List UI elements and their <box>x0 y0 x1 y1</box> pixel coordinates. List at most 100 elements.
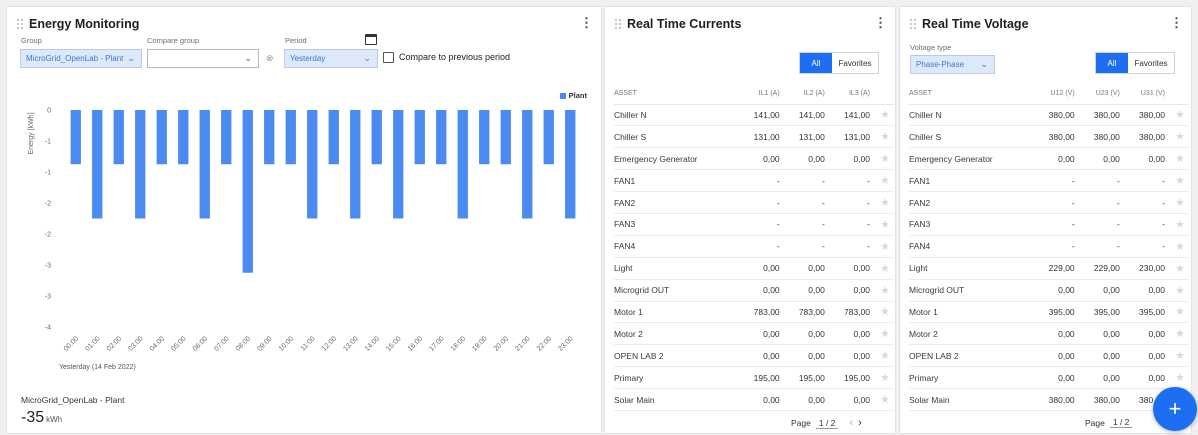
prev-page-icon[interactable]: ‹ <box>849 417 853 429</box>
column-header-asset[interactable]: ASSET <box>909 84 1036 105</box>
table-row[interactable]: FAN2- - - ★ <box>909 191 1189 214</box>
favorite-star-icon[interactable]: ★ <box>876 125 894 149</box>
bar-1300[interactable] <box>350 110 361 219</box>
column-header-1[interactable]: U12 (V) <box>1035 84 1081 105</box>
bar-1800[interactable] <box>457 110 468 219</box>
table-row[interactable]: Motor 2 0,00 0,00 0,00 ★ <box>614 322 894 346</box>
table-row[interactable]: Chiller N 380,00 380,00 380,00 ★ <box>909 104 1189 127</box>
table-row[interactable]: FAN1- - - ★ <box>614 169 894 193</box>
bar-1500[interactable] <box>393 110 404 219</box>
column-header-3[interactable]: IL3 (A) <box>830 84 876 105</box>
table-row[interactable]: OPEN LAB 2 0,00 0,00 0,00 ★ <box>909 344 1189 368</box>
column-header-1[interactable]: IL1 (A) <box>740 84 786 105</box>
favorite-star-icon[interactable]: ★ <box>876 104 894 127</box>
bar-1200[interactable] <box>328 110 339 165</box>
favorite-star-icon[interactable]: ★ <box>1171 257 1189 280</box>
table-row[interactable]: OPEN LAB 2 0,00 0,00 0,00 ★ <box>614 344 894 368</box>
favorite-star-icon[interactable]: ★ <box>1171 366 1189 390</box>
bar-2200[interactable] <box>543 110 554 165</box>
table-row[interactable]: Microgrid OUT 0,00 0,00 0,00 ★ <box>909 279 1189 302</box>
table-row[interactable]: Emergency Generator 0,00 0,00 0,00 ★ <box>614 147 894 171</box>
favorite-star-icon[interactable]: ★ <box>1171 235 1189 258</box>
filter-all-button[interactable]: All <box>1096 53 1128 73</box>
bar-0000[interactable] <box>70 110 81 165</box>
drag-handle-icon[interactable] <box>909 18 917 30</box>
table-row[interactable]: Motor 1 395,00 395,00 395,00 ★ <box>909 301 1189 324</box>
bar-1900[interactable] <box>479 110 490 165</box>
bar-2300[interactable] <box>565 110 576 219</box>
table-row[interactable]: Light 0,00 0,00 0,00 ★ <box>614 257 894 280</box>
favorite-star-icon[interactable]: ★ <box>876 169 894 193</box>
bar-0200[interactable] <box>113 110 124 165</box>
favorite-star-icon[interactable]: ★ <box>1171 147 1189 171</box>
table-row[interactable]: Solar Main380,00380,00380,00★ <box>909 388 1189 411</box>
bar-2100[interactable] <box>522 110 533 219</box>
table-row[interactable]: Light 229,00 229,00 230,00 ★ <box>909 257 1189 280</box>
voltage-type-select[interactable]: Phase-Phase ⌄ <box>910 55 995 74</box>
column-header-3[interactable]: U31 (V) <box>1125 84 1171 105</box>
favorite-star-icon[interactable]: ★ <box>1171 191 1189 214</box>
favorite-star-icon[interactable]: ★ <box>1171 104 1189 127</box>
bar-1100[interactable] <box>307 110 318 219</box>
more-options-icon[interactable]: ⋮ <box>1170 16 1183 29</box>
favorite-star-icon[interactable]: ★ <box>876 235 894 258</box>
bar-1600[interactable] <box>414 110 425 165</box>
table-row[interactable]: FAN3- - - ★ <box>909 213 1189 236</box>
bar-0100[interactable] <box>92 110 103 219</box>
table-row[interactable]: Solar Main 0,00 0,00 0,00 ★ <box>614 388 894 411</box>
page-number[interactable]: 1 / 2 <box>1109 417 1133 428</box>
bar-0500[interactable] <box>178 110 189 165</box>
filter-favorites-button[interactable]: Favorites <box>832 53 878 73</box>
favorite-star-icon[interactable]: ★ <box>876 257 894 280</box>
favorite-star-icon[interactable]: ★ <box>876 191 894 214</box>
favorite-star-icon[interactable]: ★ <box>876 366 894 390</box>
drag-handle-icon[interactable] <box>614 18 622 30</box>
table-row[interactable]: FAN3- - - ★ <box>614 213 894 236</box>
favorite-star-icon[interactable]: ★ <box>876 388 894 411</box>
favorite-star-icon[interactable]: ★ <box>1171 301 1189 324</box>
column-header-2[interactable]: U23 (V) <box>1080 84 1126 105</box>
filter-favorites-button[interactable]: Favorites <box>1128 53 1174 73</box>
favorite-star-icon[interactable]: ★ <box>1171 279 1189 302</box>
favorite-star-icon[interactable]: ★ <box>876 213 894 236</box>
table-row[interactable]: FAN1- - - ★ <box>909 169 1189 193</box>
bar-1700[interactable] <box>436 110 447 165</box>
filter-all-button[interactable]: All <box>800 53 832 73</box>
bar-1400[interactable] <box>371 110 382 165</box>
table-row[interactable]: Motor 2 0,00 0,00 0,00 ★ <box>909 322 1189 346</box>
bar-0600[interactable] <box>199 110 210 219</box>
table-row[interactable]: Microgrid OUT 0,00 0,00 0,00 ★ <box>614 279 894 302</box>
table-row[interactable]: FAN4- - - ★ <box>614 235 894 258</box>
table-row[interactable]: Motor 1 783,00 783,00 783,00 ★ <box>614 301 894 324</box>
add-widget-button[interactable]: + <box>1153 387 1197 431</box>
bar-2000[interactable] <box>500 110 511 165</box>
table-row[interactable]: Primary 195,00 195,00 195,00 ★ <box>614 366 894 390</box>
more-options-icon[interactable]: ⋮ <box>874 16 887 29</box>
table-row[interactable]: Primary 0,00 0,00 0,00 ★ <box>909 366 1189 390</box>
favorite-star-icon[interactable]: ★ <box>1171 169 1189 193</box>
bar-0900[interactable] <box>264 110 275 165</box>
bar-1000[interactable] <box>285 110 296 165</box>
bar-0300[interactable] <box>135 110 146 219</box>
table-row[interactable]: Emergency Generator 0,00 0,00 0,00 ★ <box>909 147 1189 171</box>
bar-0400[interactable] <box>156 110 167 165</box>
favorite-star-icon[interactable]: ★ <box>876 344 894 368</box>
table-row[interactable]: FAN4- - - ★ <box>909 235 1189 258</box>
favorite-star-icon[interactable]: ★ <box>876 147 894 171</box>
table-row[interactable]: Chiller S 380,00 380,00 380,00 ★ <box>909 125 1189 149</box>
page-number[interactable]: 1 / 2 <box>815 418 839 429</box>
favorite-star-icon[interactable]: ★ <box>876 322 894 346</box>
favorite-star-icon[interactable]: ★ <box>876 279 894 302</box>
bar-0800[interactable] <box>242 110 253 273</box>
bar-0700[interactable] <box>221 110 232 165</box>
favorite-star-icon[interactable]: ★ <box>1171 344 1189 368</box>
next-page-icon[interactable]: › <box>858 417 862 429</box>
table-row[interactable]: FAN2- - - ★ <box>614 191 894 214</box>
favorite-star-icon[interactable]: ★ <box>1171 322 1189 346</box>
column-header-asset[interactable]: ASSET <box>614 84 741 105</box>
favorite-star-icon[interactable]: ★ <box>876 301 894 324</box>
table-row[interactable]: Chiller S 131,00 131,00 131,00 ★ <box>614 125 894 149</box>
table-row[interactable]: Chiller N 141,00 141,00 141,00 ★ <box>614 104 894 127</box>
column-header-2[interactable]: IL2 (A) <box>785 84 831 105</box>
favorite-star-icon[interactable]: ★ <box>1171 213 1189 236</box>
